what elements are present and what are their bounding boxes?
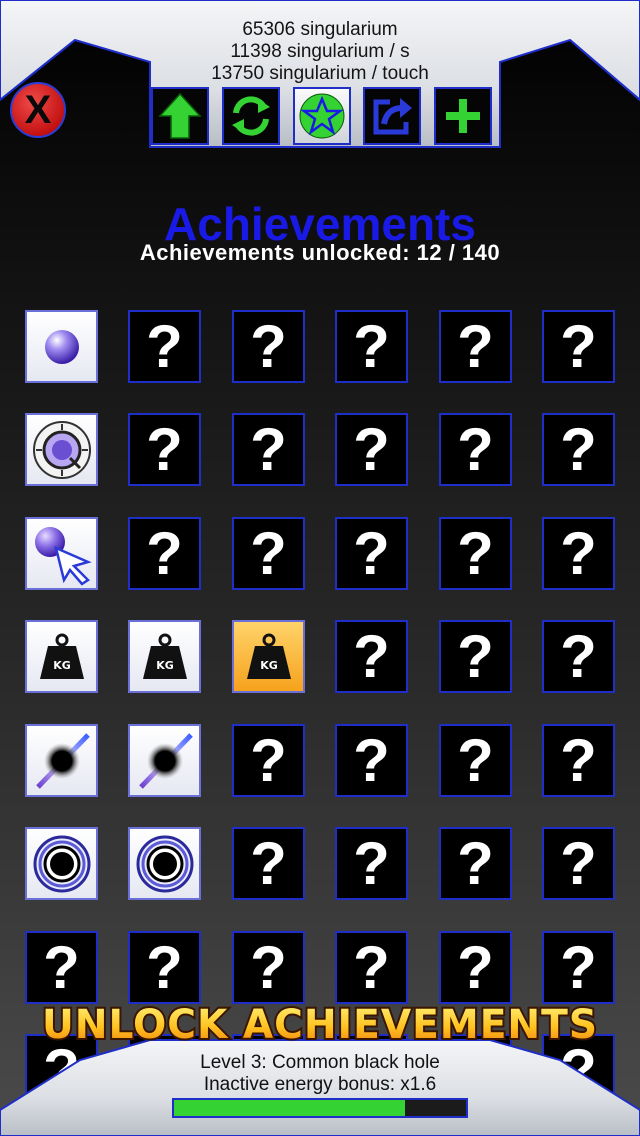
achievement-unlocked-tile[interactable] — [25, 310, 98, 383]
question-mark-icon: ? — [560, 829, 597, 897]
achievement-locked-tile[interactable]: ? — [542, 413, 615, 486]
question-mark-icon: ? — [353, 622, 390, 690]
achievement-locked-tile[interactable]: ? — [439, 517, 512, 590]
question-mark-icon: ? — [353, 415, 390, 483]
question-mark-icon: ? — [457, 312, 494, 380]
question-mark-icon: ? — [560, 622, 597, 690]
achievement-unlocked-tile[interactable] — [128, 827, 201, 900]
question-mark-icon: ? — [457, 622, 494, 690]
black-hole-jet-icon — [30, 729, 94, 793]
question-mark-icon: ? — [250, 312, 287, 380]
question-mark-icon: ? — [457, 415, 494, 483]
black-hole-jet-icon — [133, 729, 197, 793]
sphere-icon — [37, 322, 87, 372]
achievement-locked-tile[interactable]: ? — [542, 724, 615, 797]
achievement-locked-tile[interactable]: ? — [335, 724, 408, 797]
achievement-locked-tile[interactable]: ? — [335, 517, 408, 590]
question-mark-icon: ? — [560, 519, 597, 587]
weight-icon: KG — [36, 631, 88, 683]
achievement-locked-tile[interactable]: ? — [335, 310, 408, 383]
achievement-locked-tile[interactable]: ? — [25, 931, 98, 1004]
question-mark-icon: ? — [43, 933, 80, 1001]
achievement-unlocked-tile[interactable]: KG — [25, 620, 98, 693]
achievement-locked-tile[interactable]: ? — [335, 931, 408, 1004]
achievement-locked-tile[interactable]: ? — [542, 931, 615, 1004]
clock-icon — [30, 418, 94, 482]
question-mark-icon: ? — [146, 312, 183, 380]
question-mark-icon: ? — [353, 726, 390, 794]
question-mark-icon: ? — [353, 933, 390, 1001]
question-mark-icon: ? — [250, 415, 287, 483]
question-mark-icon: ? — [457, 933, 494, 1001]
achievement-locked-tile[interactable]: ? — [439, 310, 512, 383]
achievement-locked-tile[interactable]: ? — [542, 827, 615, 900]
svg-text:KG: KG — [156, 659, 174, 672]
achievement-locked-tile[interactable]: ? — [439, 827, 512, 900]
black-hole-ring-icon — [30, 832, 94, 896]
level-label: Level 3: Common black hole — [200, 1052, 440, 1073]
achievement-locked-tile[interactable]: ? — [232, 827, 305, 900]
level-progress-bar — [172, 1098, 468, 1118]
unlock-achievements-banner: UNLOCK ACHIEVEMENTS — [40, 1000, 599, 1050]
level-info: Level 3: Common black hole Inactive ener… — [0, 1052, 640, 1096]
cursor-icon — [30, 522, 94, 586]
question-mark-icon: ? — [250, 726, 287, 794]
question-mark-icon: ? — [457, 829, 494, 897]
achievements-grid: ??????????????? KG KG KG???????????????????… — [0, 0, 640, 1136]
achievement-locked-tile[interactable]: ? — [542, 620, 615, 693]
weight-gold-icon: KG — [243, 631, 295, 683]
achievement-unlocked-tile[interactable] — [25, 724, 98, 797]
achievement-locked-tile[interactable]: ? — [439, 931, 512, 1004]
question-mark-icon: ? — [250, 519, 287, 587]
achievement-locked-tile[interactable]: ? — [335, 827, 408, 900]
svg-text:KG: KG — [260, 659, 278, 672]
achievement-locked-tile[interactable]: ? — [232, 413, 305, 486]
achievement-unlocked-tile[interactable] — [25, 413, 98, 486]
question-mark-icon: ? — [146, 519, 183, 587]
question-mark-icon: ? — [250, 933, 287, 1001]
achievement-locked-tile[interactable]: ? — [542, 310, 615, 383]
achievement-unlocked-tile[interactable] — [25, 517, 98, 590]
weight-icon: KG — [139, 631, 191, 683]
achievement-locked-tile[interactable]: ? — [128, 931, 201, 1004]
question-mark-icon: ? — [353, 829, 390, 897]
achievement-unlocked-tile[interactable] — [128, 724, 201, 797]
question-mark-icon: ? — [250, 829, 287, 897]
question-mark-icon: ? — [146, 415, 183, 483]
achievement-locked-tile[interactable]: ? — [439, 620, 512, 693]
question-mark-icon: ? — [560, 933, 597, 1001]
question-mark-icon: ? — [560, 415, 597, 483]
achievement-locked-tile[interactable]: ? — [232, 724, 305, 797]
svg-text:KG: KG — [53, 659, 71, 672]
question-mark-icon: ? — [353, 312, 390, 380]
achievement-locked-tile[interactable]: ? — [335, 620, 408, 693]
unlock-achievements-text: UNLOCK ACHIEVEMENTS — [42, 1002, 598, 1048]
level-progress-fill — [174, 1100, 405, 1116]
question-mark-icon: ? — [457, 726, 494, 794]
achievement-unlocked-tile[interactable] — [25, 827, 98, 900]
achievement-locked-tile[interactable]: ? — [439, 724, 512, 797]
achievement-locked-tile[interactable]: ? — [542, 517, 615, 590]
achievement-locked-tile[interactable]: ? — [335, 413, 408, 486]
achievement-locked-tile[interactable]: ? — [128, 517, 201, 590]
black-hole-ring-icon — [133, 832, 197, 896]
question-mark-icon: ? — [560, 726, 597, 794]
achievement-unlocked-tile[interactable]: KG — [128, 620, 201, 693]
achievement-locked-tile[interactable]: ? — [232, 310, 305, 383]
question-mark-icon: ? — [457, 519, 494, 587]
achievement-locked-tile[interactable]: ? — [232, 931, 305, 1004]
achievement-locked-tile[interactable]: ? — [232, 517, 305, 590]
question-mark-icon: ? — [560, 312, 597, 380]
achievement-unlocked-tile[interactable]: KG — [232, 620, 305, 693]
energy-bonus-label: Inactive energy bonus: x1.6 — [203, 1074, 437, 1095]
achievement-locked-tile[interactable]: ? — [439, 413, 512, 486]
achievement-locked-tile[interactable]: ? — [128, 413, 201, 486]
question-mark-icon: ? — [146, 933, 183, 1001]
achievement-locked-tile[interactable]: ? — [128, 310, 201, 383]
question-mark-icon: ? — [353, 519, 390, 587]
